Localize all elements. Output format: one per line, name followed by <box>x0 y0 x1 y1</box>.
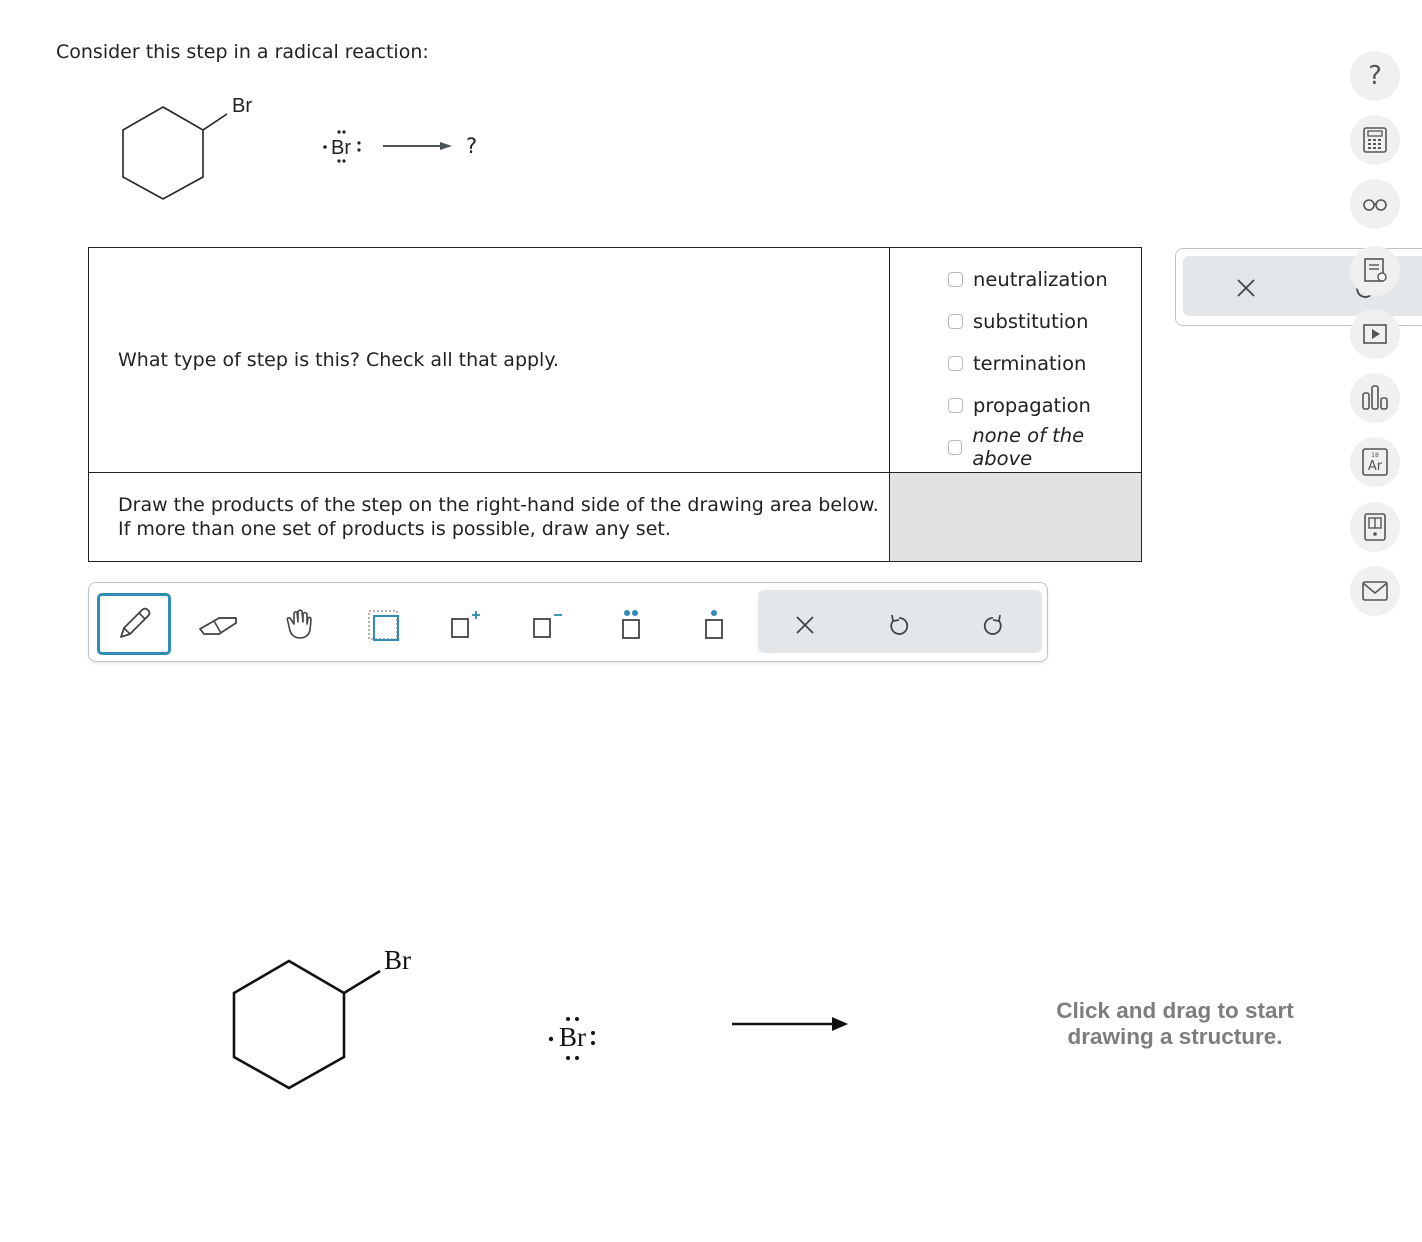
chart-button[interactable] <box>1350 373 1400 423</box>
video-icon <box>1363 324 1387 344</box>
help-button[interactable]: ? <box>1350 51 1400 101</box>
canvas-br-label[interactable]: Br <box>384 945 411 976</box>
periodic-number: 18 <box>1371 452 1379 459</box>
mail-icon <box>1362 581 1388 601</box>
drawing-toolbar <box>88 582 1048 662</box>
reactant-br-label: Br <box>232 95 252 117</box>
option-label: termination <box>973 351 1087 375</box>
step-type-question: What type of step is this? Check all tha… <box>88 247 890 473</box>
textbook-icon <box>1364 258 1387 282</box>
radical-tool[interactable] <box>678 595 750 655</box>
radical-br-text: Br <box>331 137 351 159</box>
help-icon: ? <box>1368 61 1382 91</box>
radical-icon <box>705 610 723 639</box>
option-propagation[interactable]: propagation <box>948 384 1141 426</box>
select-box-icon <box>368 610 399 641</box>
checkbox[interactable] <box>948 313 963 329</box>
close-icon <box>796 616 814 634</box>
periodic-table-icon: 18 Ar <box>1362 448 1388 476</box>
undo-button[interactable] <box>863 595 935 655</box>
checkbox[interactable] <box>948 397 963 413</box>
reaction-arrow <box>383 142 452 150</box>
lone-pair-tool[interactable] <box>595 595 667 655</box>
remove-charge-tool[interactable] <box>509 595 581 655</box>
undo-icon <box>890 614 909 635</box>
option-neutralization[interactable]: neutralization <box>948 258 1141 300</box>
redo-button[interactable] <box>957 595 1029 655</box>
eraser-tool[interactable] <box>182 595 254 655</box>
step-type-options: neutralization substitution termination … <box>889 247 1142 473</box>
option-termination[interactable]: termination <box>948 342 1141 384</box>
data-button[interactable] <box>1350 502 1400 552</box>
option-label: none of the above <box>972 424 1085 470</box>
clear-button[interactable] <box>769 595 841 655</box>
select-tool[interactable] <box>347 595 419 655</box>
checkbox[interactable] <box>948 271 963 287</box>
option-substitution[interactable]: substitution <box>948 300 1141 342</box>
option-none-of-the-above[interactable]: none of the above <box>948 424 1141 470</box>
checkbox[interactable] <box>948 439 963 455</box>
checkbox[interactable] <box>948 355 963 371</box>
redo-icon <box>983 614 1002 635</box>
question-table: What type of step is this? Check all tha… <box>88 247 1142 562</box>
bromine-radical: Br <box>323 130 361 163</box>
eraser-icon <box>199 617 237 635</box>
pencil-tool[interactable] <box>97 593 171 655</box>
canvas-reaction-arrow[interactable] <box>730 1012 854 1036</box>
product-placeholder: ? <box>466 134 478 158</box>
hand-tool[interactable] <box>264 595 336 655</box>
hand-icon <box>286 609 312 639</box>
option-label: neutralization <box>973 267 1108 291</box>
add-charge-tool[interactable] <box>427 595 499 655</box>
option-label: propagation <box>973 393 1091 417</box>
option-label: substitution <box>973 309 1089 333</box>
calculator-icon <box>1363 127 1387 153</box>
pencil-icon <box>120 607 151 638</box>
close-icon[interactable] <box>1231 273 1261 303</box>
canvas-radical-br-text: Br <box>559 1022 586 1052</box>
canvas-cyclohexane[interactable] <box>220 950 400 1100</box>
empty-answer-cell <box>889 472 1142 562</box>
mail-button[interactable] <box>1350 566 1400 616</box>
textbook-button[interactable] <box>1350 246 1400 296</box>
reader-button[interactable] <box>1350 179 1400 229</box>
add-charge-icon <box>451 611 480 638</box>
chart-icon <box>1362 385 1388 410</box>
question-prompt: Consider this step in a radical reaction… <box>56 41 429 63</box>
periodic-symbol: Ar <box>1368 459 1383 474</box>
glasses-icon <box>1363 199 1387 211</box>
periodic-table-button[interactable]: 18 Ar <box>1350 437 1400 487</box>
draw-products-question: Draw the products of the step on the rig… <box>88 472 890 562</box>
remove-charge-icon <box>533 614 562 638</box>
calculator-button[interactable] <box>1350 115 1400 165</box>
lone-pair-icon <box>622 610 640 639</box>
data-icon <box>1364 513 1386 541</box>
video-button[interactable] <box>1350 309 1400 359</box>
cyclohexane-structure <box>122 106 228 200</box>
drawing-hint: Click and drag to start drawing a struct… <box>1056 998 1294 1049</box>
